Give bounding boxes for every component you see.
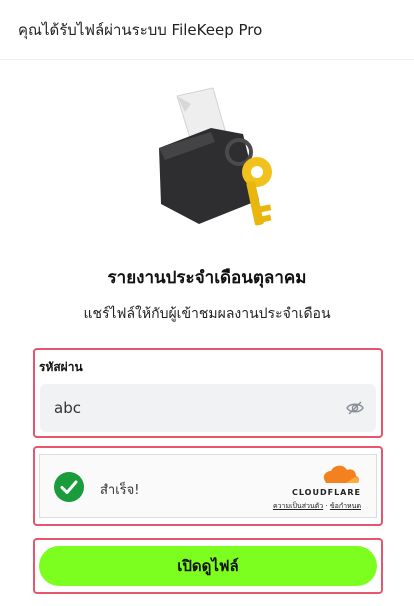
link-separator: · <box>325 502 328 510</box>
captcha-section: สำเร็จ! CLOUDFLARE ความเป็นส่วนตัว · ข้อ… <box>33 446 383 526</box>
cloudflare-cloud-icon <box>323 465 359 483</box>
header-title: คุณได้รับไฟล์ผ่านระบบ FileKeep Pro <box>18 20 263 39</box>
terms-link[interactable]: ข้อกำหนด <box>330 502 361 510</box>
captcha-status: สำเร็จ! <box>100 483 140 498</box>
captcha-links: ความเป็นส่วนตัว · ข้อกำหนด <box>273 501 361 512</box>
eye-off-icon[interactable] <box>346 400 364 416</box>
cloudflare-widget[interactable]: สำเร็จ! CLOUDFLARE ความเป็นส่วนตัว · ข้อ… <box>39 454 377 518</box>
password-label: รหัสผ่าน <box>39 360 83 374</box>
check-circle-icon <box>54 472 84 502</box>
cloudflare-brand: CLOUDFLARE <box>292 488 361 497</box>
open-file-button[interactable]: เปิดดูไฟล์ <box>39 546 377 586</box>
document-subtitle: แชร์ไฟล์ให้กับผู้เข้าชมผลงานประจำเดือน <box>83 306 331 322</box>
document-title: รายงานประจำเดือนตุลาคม <box>107 268 307 288</box>
folder-key-icon <box>159 87 272 226</box>
password-input[interactable] <box>54 399 314 417</box>
password-field-wrapper <box>40 384 376 432</box>
open-file-section: เปิดดูไฟล์ <box>33 538 383 594</box>
privacy-link[interactable]: ความเป็นส่วนตัว <box>273 502 323 510</box>
header: คุณได้รับไฟล์ผ่านระบบ FileKeep Pro <box>0 0 414 60</box>
password-section: รหัสผ่าน <box>33 348 383 438</box>
